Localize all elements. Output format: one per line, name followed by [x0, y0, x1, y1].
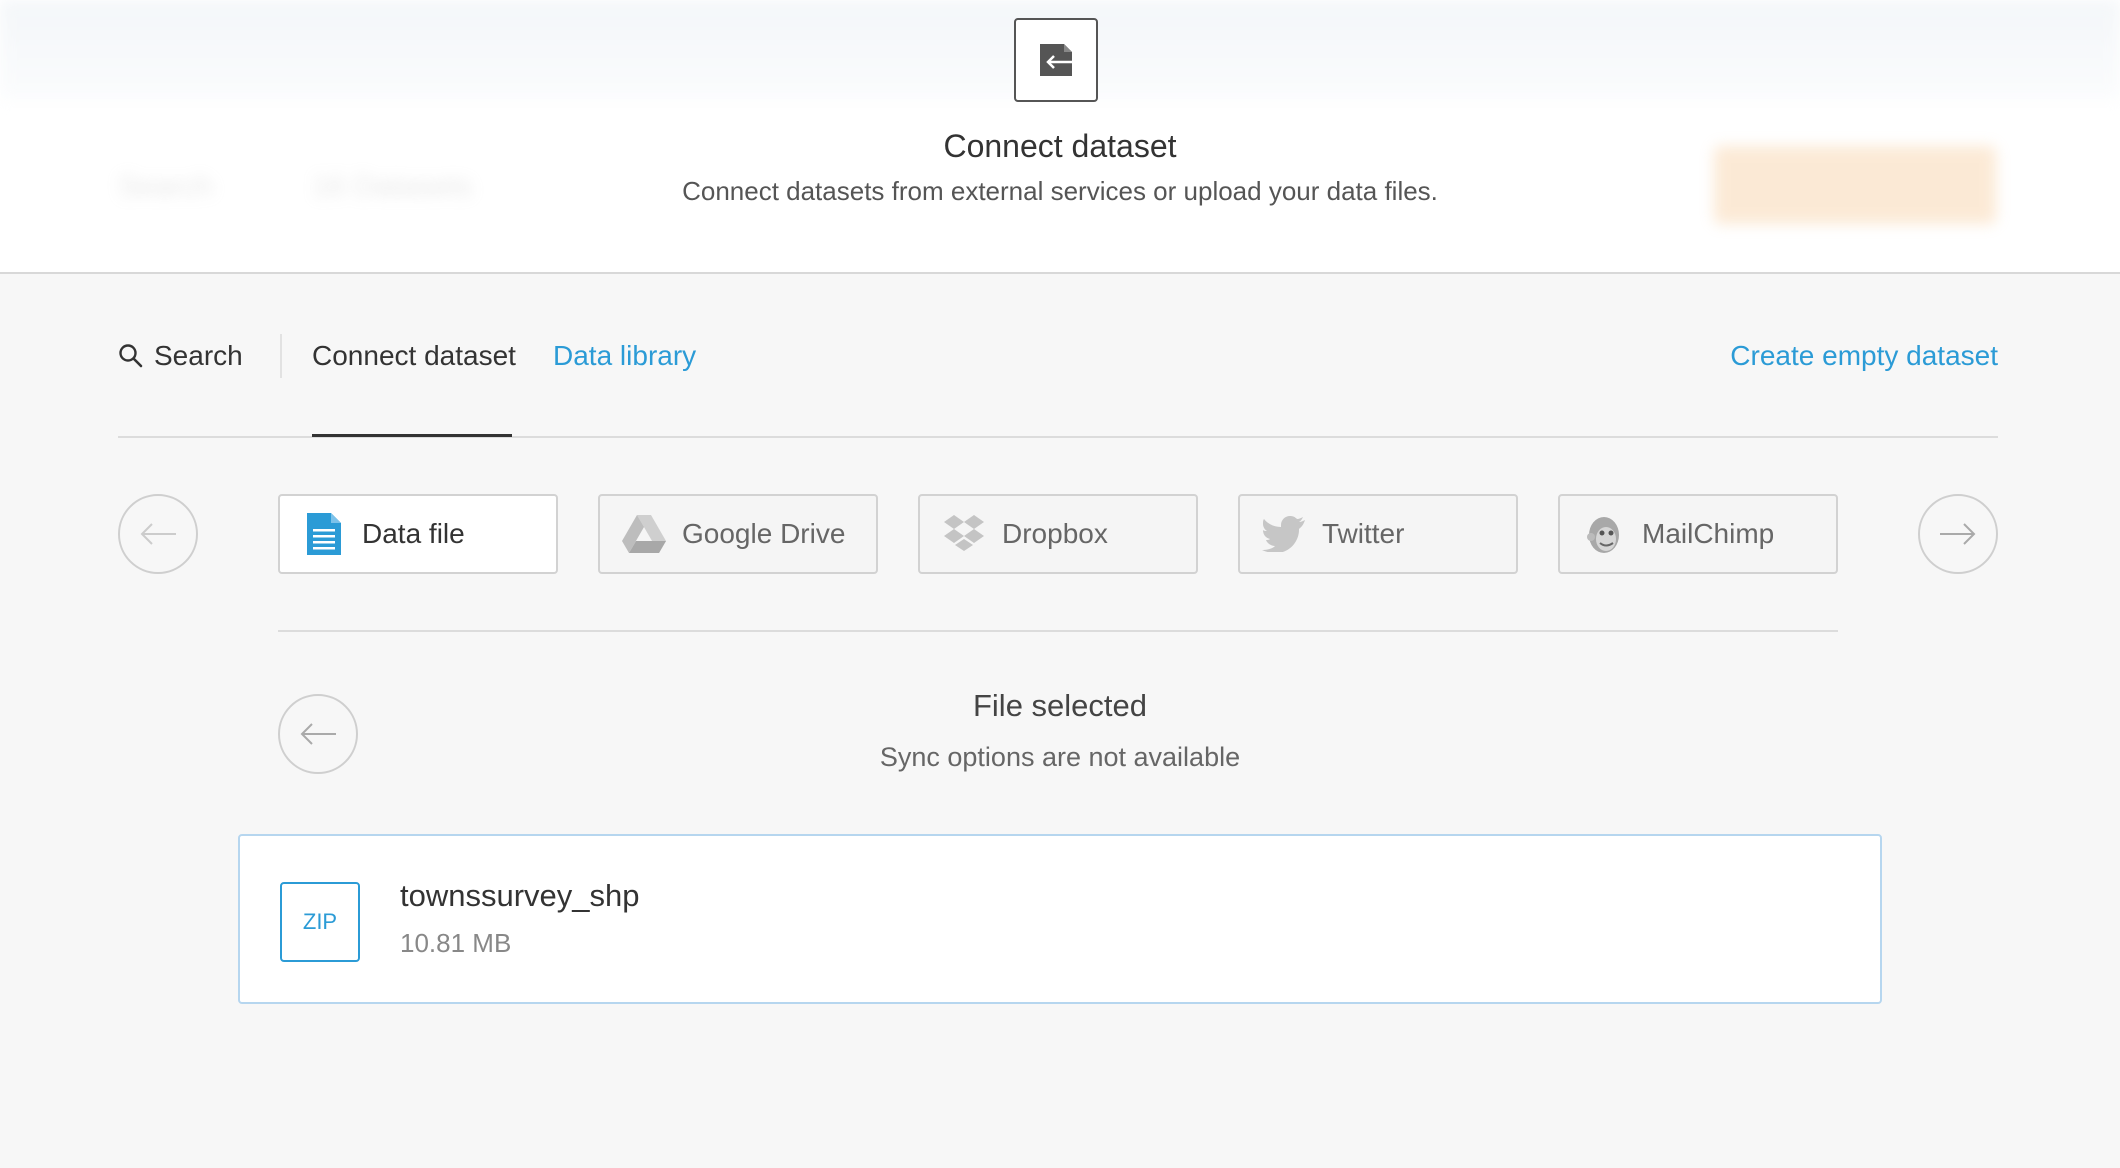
- arrow-left-icon: [140, 523, 176, 545]
- source-label: MailChimp: [1642, 518, 1775, 549]
- import-arrow-icon: [1014, 18, 1098, 102]
- source-data-file[interactable]: Data file: [278, 494, 558, 574]
- modal-tabs: Search Connect dataset Data library Crea…: [118, 320, 1998, 438]
- source-mailchimp[interactable]: MailChimp: [1558, 494, 1838, 574]
- arrow-right-icon: [1940, 523, 1976, 545]
- source-dropbox[interactable]: Dropbox: [918, 494, 1198, 574]
- tab-search[interactable]: Search: [118, 336, 243, 376]
- mailchimp-icon: [1582, 512, 1626, 556]
- modal-title: Connect dataset: [943, 128, 1177, 164]
- file-selected-subtitle: Sync options are not available: [879, 742, 1241, 772]
- active-tab-indicator: [312, 434, 512, 437]
- tab-data-library[interactable]: Data library: [553, 336, 696, 376]
- search-icon: [119, 344, 143, 368]
- carousel-next-button[interactable]: [1918, 494, 1998, 574]
- google-drive-icon: [622, 512, 666, 556]
- modal-header: Search 16 Datasets Connect dataset Conne…: [0, 0, 2120, 274]
- dropbox-icon: [942, 512, 986, 556]
- twitter-icon: [1262, 512, 1306, 556]
- source-twitter[interactable]: Twitter: [1238, 494, 1518, 574]
- tab-connect-dataset[interactable]: Connect dataset: [312, 336, 516, 376]
- tab-divider: [280, 334, 282, 378]
- carousel-prev-button[interactable]: [118, 494, 198, 574]
- source-google-drive[interactable]: Google Drive: [598, 494, 878, 574]
- source-label: Twitter: [1322, 518, 1405, 549]
- selected-file-card[interactable]: ZIP townssurvey_shp 10.81 MB: [238, 834, 1882, 1004]
- source-label: Google Drive: [682, 518, 846, 549]
- modal-subtitle: Connect datasets from external services …: [682, 176, 1438, 206]
- source-label: Data file: [362, 518, 465, 549]
- section-divider: [278, 630, 1838, 632]
- tab-search-label: Search: [154, 340, 243, 371]
- zip-file-icon: ZIP: [280, 882, 360, 962]
- file-selected-title: File selected: [972, 688, 1148, 723]
- file-name: townssurvey_shp: [400, 878, 640, 913]
- file-size: 10.81 MB: [400, 928, 512, 958]
- create-empty-dataset-link[interactable]: Create empty dataset: [1730, 336, 1998, 376]
- source-label: Dropbox: [1002, 518, 1108, 549]
- data-file-icon: [302, 512, 346, 556]
